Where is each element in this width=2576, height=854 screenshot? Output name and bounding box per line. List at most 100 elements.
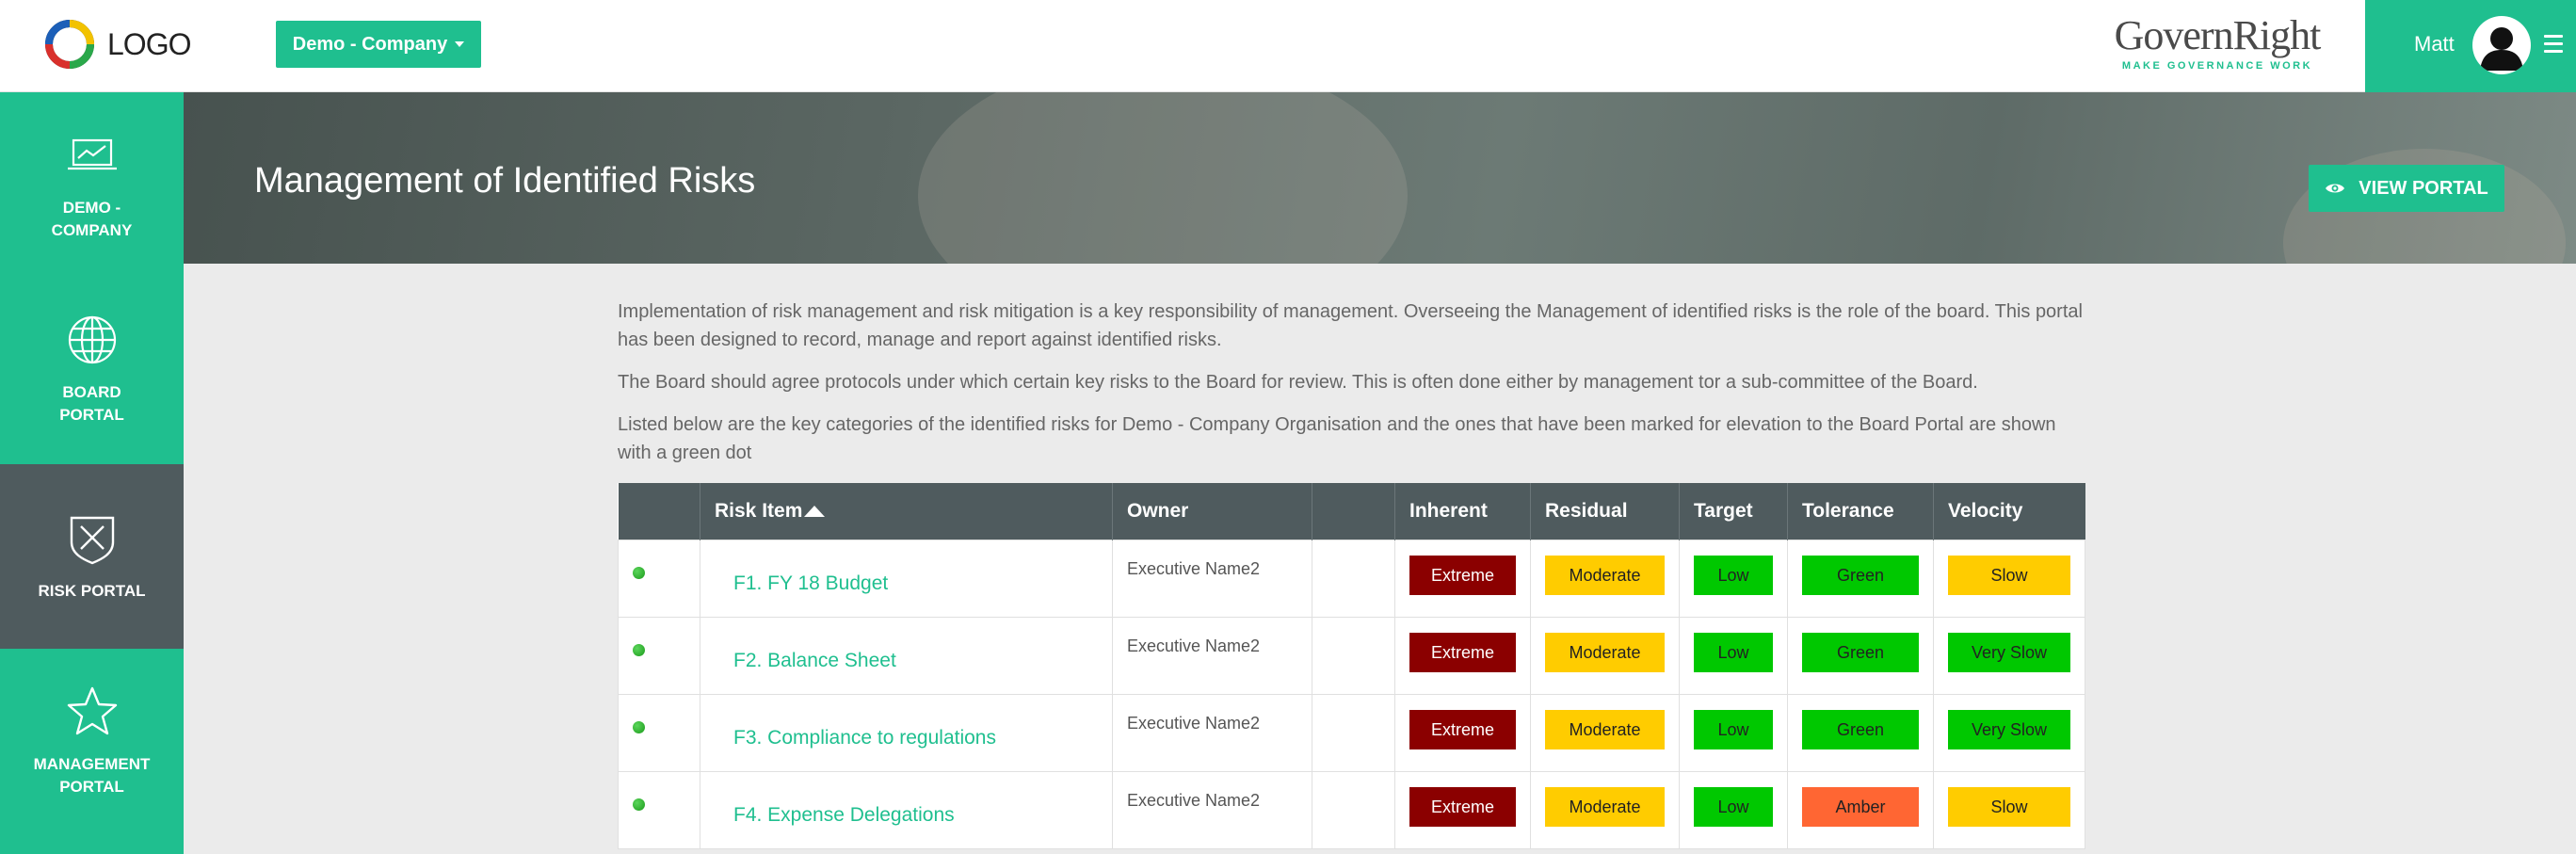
sidebar-item-risk-portal[interactable]: RISK PORTAL [0, 464, 184, 649]
hamburger-menu-icon[interactable] [2544, 35, 2563, 54]
tolerance-cell: Green [1787, 616, 1934, 695]
target-cell: Low [1679, 616, 1788, 695]
residual-cell: Moderate [1530, 539, 1680, 618]
tolerance-cell: Amber [1787, 770, 1934, 849]
sort-ascending-icon [804, 506, 826, 518]
marker-cell [618, 693, 700, 772]
risk-table: Risk Item Owner Inherent Residual Target… [618, 483, 2085, 849]
residual-badge: Moderate [1545, 555, 1665, 595]
logo-text: LOGO [107, 26, 191, 61]
target-cell: Low [1679, 693, 1788, 772]
velocity-cell: Slow [1933, 770, 2085, 849]
owner-cell: Executive Name2 [1112, 693, 1312, 772]
view-portal-button[interactable]: VIEW PORTAL [2309, 165, 2504, 212]
intro-paragraph: Implementation of risk management and ri… [618, 301, 2083, 350]
column-header-residual[interactable]: Residual [1530, 483, 1680, 540]
risk-item-cell: F3. Compliance to regulations [700, 693, 1113, 772]
monitor-chart-icon [67, 138, 117, 170]
board-elevation-dot [633, 643, 645, 656]
velocity-cell: Very Slow [1933, 616, 2085, 695]
sidebar-item-label: DEMO - COMPANY [51, 199, 133, 239]
sidebar-item-demo-company[interactable]: DEMO - COMPANY [0, 92, 184, 277]
risk-item-link[interactable]: F4. Expense Delegations [700, 804, 1112, 827]
velocity-cell: Very Slow [1933, 693, 2085, 772]
column-header-blank [1312, 483, 1395, 540]
sidebar: DEMO - COMPANY BOARD PORTAL RISK PORTAL … [0, 92, 184, 854]
target-badge: Low [1694, 555, 1773, 595]
target-badge: Low [1694, 709, 1773, 749]
column-header-owner[interactable]: Owner [1112, 483, 1312, 540]
view-portal-label: VIEW PORTAL [2359, 177, 2488, 199]
residual-badge: Moderate [1545, 709, 1665, 749]
owner-name: Executive Name2 [1127, 713, 1261, 733]
owner-cell: Executive Name2 [1112, 616, 1312, 695]
board-elevation-dot [633, 566, 645, 579]
owner-name: Executive Name2 [1127, 558, 1261, 578]
column-header-inherent[interactable]: Inherent [1394, 483, 1531, 540]
shield-x-icon [70, 516, 114, 565]
inherent-badge: Extreme [1409, 709, 1516, 749]
inherent-cell: Extreme [1394, 616, 1531, 695]
blank-cell [1312, 539, 1395, 618]
table-row: F2. Balance Sheet Executive Name2 Extrem… [618, 616, 2085, 695]
risk-item-link[interactable]: F3. Compliance to regulations [700, 727, 1112, 749]
risk-item-link[interactable]: F1. FY 18 Budget [700, 572, 1112, 595]
logo[interactable]: LOGO [41, 14, 191, 74]
intro-content: Implementation of risk management and ri… [618, 298, 2085, 481]
board-elevation-dot [633, 798, 645, 811]
column-header-risk-item[interactable]: Risk Item [700, 483, 1113, 540]
velocity-badge: Slow [1948, 555, 2070, 595]
column-header-velocity[interactable]: Velocity [1933, 483, 2085, 540]
company-selector-label: Demo - Company [292, 33, 448, 55]
column-header-tolerance[interactable]: Tolerance [1787, 483, 1934, 540]
table-row: F4. Expense Delegations Executive Name2 … [618, 770, 2085, 849]
board-elevation-dot [633, 720, 645, 733]
risk-item-link[interactable]: F2. Balance Sheet [700, 650, 1112, 672]
page-title: Management of Identified Risks [254, 161, 756, 201]
risk-item-cell: F2. Balance Sheet [700, 616, 1113, 695]
hero-banner: Management of Identified Risks VIEW PORT… [184, 92, 2576, 264]
user-area: Matt [2365, 0, 2576, 92]
sidebar-item-management-portal[interactable]: MANAGEMENT PORTAL [0, 649, 184, 833]
blank-cell [1312, 770, 1395, 849]
intro-paragraph: Listed below are the key categories of t… [618, 414, 2056, 463]
column-header-marker [618, 483, 700, 540]
residual-cell: Moderate [1530, 770, 1680, 849]
residual-badge: Moderate [1545, 632, 1665, 672]
owner-cell: Executive Name2 [1112, 539, 1312, 618]
risk-item-cell: F1. FY 18 Budget [700, 539, 1113, 618]
blank-cell [1312, 616, 1395, 695]
velocity-badge: Very Slow [1948, 709, 2070, 749]
tolerance-badge: Green [1802, 555, 1919, 595]
company-selector-button[interactable]: Demo - Company [276, 21, 481, 68]
table-row: F1. FY 18 Budget Executive Name2 Extreme… [618, 539, 2085, 618]
owner-cell: Executive Name2 [1112, 770, 1312, 849]
residual-cell: Moderate [1530, 693, 1680, 772]
logo-ring-icon [45, 20, 94, 69]
tolerance-badge: Green [1802, 709, 1919, 749]
user-name[interactable]: Matt [2414, 32, 2455, 56]
sidebar-item-board-portal[interactable]: BOARD PORTAL [0, 277, 184, 461]
inherent-cell: Extreme [1394, 770, 1531, 849]
hero-background-shape [918, 92, 1408, 264]
blank-cell [1312, 693, 1395, 772]
target-badge: Low [1694, 786, 1773, 827]
tolerance-cell: Green [1787, 693, 1934, 772]
owner-name: Executive Name2 [1127, 790, 1261, 810]
star-icon [67, 686, 117, 735]
owner-name: Executive Name2 [1127, 636, 1261, 655]
velocity-badge: Very Slow [1948, 632, 2070, 672]
marker-cell [618, 539, 700, 618]
governright-logo: GovernRight MAKE GOVERNANCE WORK [2109, 13, 2326, 75]
sidebar-item-label: BOARD PORTAL [59, 383, 124, 424]
globe-icon [68, 315, 116, 364]
sidebar-item-label: RISK PORTAL [38, 582, 146, 600]
inherent-cell: Extreme [1394, 539, 1531, 618]
intro-paragraph: The Board should agree protocols under w… [618, 372, 1978, 393]
target-cell: Low [1679, 539, 1788, 618]
inherent-badge: Extreme [1409, 786, 1516, 827]
brand-tagline: MAKE GOVERNANCE WORK [2121, 60, 2313, 72]
column-header-target[interactable]: Target [1679, 483, 1788, 540]
avatar[interactable] [2472, 16, 2531, 74]
residual-badge: Moderate [1545, 786, 1665, 827]
